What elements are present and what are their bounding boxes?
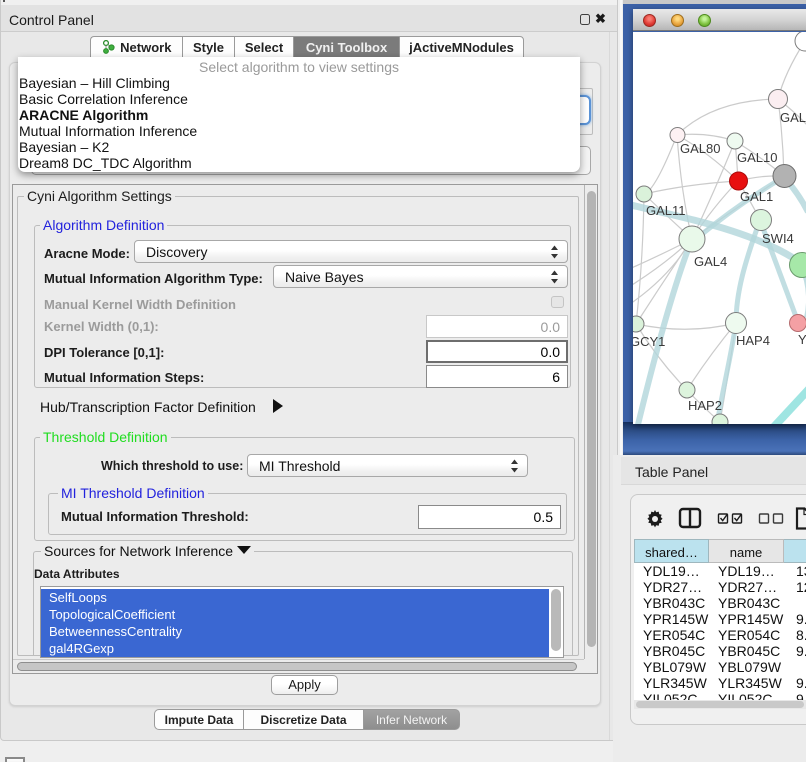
svg-text:GAL4: GAL4 xyxy=(694,254,727,269)
svg-text:GAL1: GAL1 xyxy=(740,189,773,204)
svg-text:SWI4: SWI4 xyxy=(762,231,794,246)
svg-text:GAL80: GAL80 xyxy=(680,141,720,156)
svg-text:HAP4: HAP4 xyxy=(736,333,770,348)
svg-text:HAP2: HAP2 xyxy=(688,398,722,413)
svg-text:GAL: GAL xyxy=(780,110,806,125)
svg-text:GCY1: GCY1 xyxy=(633,334,665,349)
svg-text:GAL10: GAL10 xyxy=(737,150,777,165)
svg-text:Y: Y xyxy=(798,332,806,347)
svg-text:GAL11: GAL11 xyxy=(646,203,686,218)
